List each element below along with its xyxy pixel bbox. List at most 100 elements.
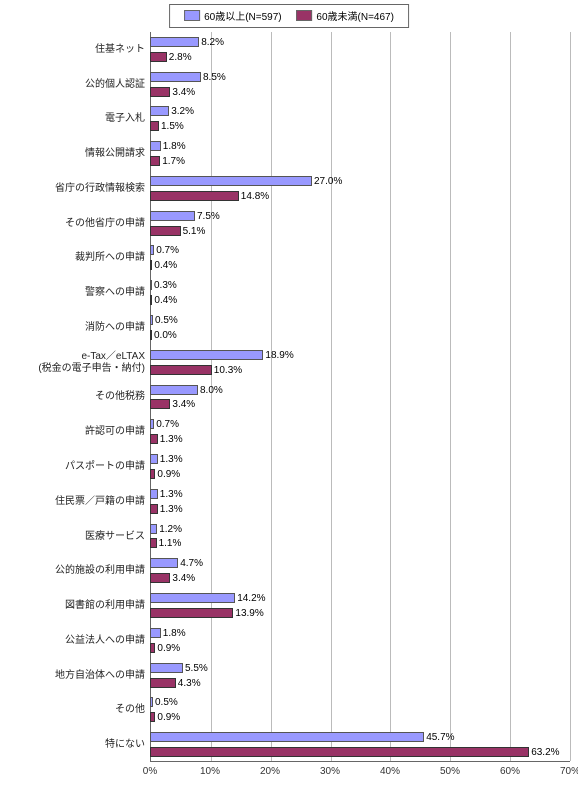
- x-tick: 50%: [440, 766, 460, 777]
- bars-group: 8.2% 2.8%: [150, 32, 570, 67]
- category-label: 許認可の申請: [0, 426, 145, 438]
- legend-label-a: 60歳以上(N=597): [204, 8, 282, 23]
- category-label: その他省庁の申請: [0, 218, 145, 230]
- bars-group: 8.0% 3.4%: [150, 380, 570, 415]
- bar-series-b: 1.3%: [150, 504, 158, 514]
- x-tick: 20%: [260, 766, 280, 777]
- chart-row: 医療サービス1.2%1.1%: [0, 519, 570, 554]
- bar-series-a: 1.8%: [150, 141, 161, 151]
- value-label: 5.1%: [183, 226, 206, 237]
- bars-group: 0.7% 0.4%: [150, 241, 570, 276]
- value-label: 3.4%: [172, 573, 195, 584]
- value-label: 1.3%: [160, 504, 183, 515]
- bar-series-a: 1.3%: [150, 454, 158, 464]
- bar-series-b: 3.4%: [150, 399, 170, 409]
- bar-series-b: 1.3%: [150, 434, 158, 444]
- category-label: 住民票／戸籍の申請: [0, 496, 145, 508]
- value-label: 0.3%: [154, 280, 177, 291]
- value-label: 0.5%: [155, 697, 178, 708]
- chart-row: パスポートの申請1.3%0.9%: [0, 449, 570, 484]
- category-label: その他: [0, 704, 145, 716]
- bar-series-b: 3.4%: [150, 573, 170, 583]
- bars-group: 1.2%1.1%: [150, 519, 570, 554]
- bar-series-a: 18.9%: [150, 350, 263, 360]
- bar-series-a: 1.3%: [150, 489, 158, 499]
- chart-row: 図書館の利用申請14.2%13.9%: [0, 588, 570, 623]
- x-tick: 60%: [500, 766, 520, 777]
- bars-group: 14.2%13.9%: [150, 588, 570, 623]
- bar-series-a: 4.7%: [150, 558, 178, 568]
- x-tick: 70%: [560, 766, 578, 777]
- x-tick: 10%: [200, 766, 220, 777]
- value-label: 8.5%: [203, 72, 226, 83]
- bar-series-b: 63.2%: [150, 747, 529, 757]
- bar-series-b: 1.1%: [150, 538, 157, 548]
- value-label: 1.1%: [159, 538, 182, 549]
- category-label: 消防への申請: [0, 322, 145, 334]
- category-label: e-Tax／eLTAX(税金の電子申告・納付): [0, 351, 145, 374]
- bar-series-b: 1.5%: [150, 121, 159, 131]
- value-label: 0.9%: [157, 712, 180, 723]
- chart-row: 警察への申請0.3%0.4%: [0, 275, 570, 310]
- bars-group: 5.5% 4.3%: [150, 658, 570, 693]
- value-label: 5.5%: [185, 663, 208, 674]
- value-label: 0.9%: [157, 643, 180, 654]
- bars-group: 4.7% 3.4%: [150, 553, 570, 588]
- value-label: 27.0%: [314, 176, 342, 187]
- value-label: 1.2%: [159, 524, 182, 535]
- bar-series-b: 0.0%: [150, 330, 152, 340]
- category-label: 公的施設の利用申請: [0, 565, 145, 577]
- bar-series-a: 27.0%: [150, 176, 312, 186]
- swatch-b: [296, 10, 312, 21]
- category-label: 住基ネット: [0, 44, 145, 56]
- value-label: 13.9%: [235, 608, 263, 619]
- legend-label-b: 60歳未満(N=467): [316, 8, 394, 23]
- bar-series-a: 0.7%: [150, 245, 154, 255]
- value-label: 1.8%: [163, 628, 186, 639]
- bar-series-a: 3.2%: [150, 106, 169, 116]
- chart-row: 許認可の申請 0.7% 1.3%: [0, 414, 570, 449]
- bar-series-b: 3.4%: [150, 87, 170, 97]
- chart-row: e-Tax／eLTAX(税金の電子申告・納付)18.9%10.3%: [0, 345, 570, 380]
- bars-group: 1.3% 0.9%: [150, 449, 570, 484]
- bar-series-b: 2.8%: [150, 52, 167, 62]
- value-label: 1.3%: [160, 454, 183, 465]
- value-label: 4.3%: [178, 678, 201, 689]
- value-label: 1.7%: [162, 156, 185, 167]
- value-label: 14.2%: [237, 593, 265, 604]
- value-label: 18.9%: [265, 350, 293, 361]
- value-label: 14.8%: [241, 191, 269, 202]
- bar-series-a: 0.5%: [150, 315, 153, 325]
- chart-container: 60歳以上(N=597) 60歳未満(N=467) 住基ネット 8.2% 2.8% 公…: [0, 0, 578, 790]
- category-label: 特にない: [0, 739, 145, 751]
- rows-area: 住基ネット8.2%2.8%公的個人認証8.5%3.4%電子入札3.2%1.5%情…: [0, 32, 570, 762]
- value-label: 0.4%: [154, 260, 177, 271]
- value-label: 0.4%: [154, 295, 177, 306]
- bar-series-b: 0.4%: [150, 260, 152, 270]
- value-label: 0.9%: [157, 469, 180, 480]
- legend: 60歳以上(N=597) 60歳未満(N=467): [169, 4, 409, 28]
- bar-series-b: 5.1%: [150, 226, 181, 236]
- bar-series-a: 8.5%: [150, 72, 201, 82]
- gridline: [570, 32, 571, 761]
- category-label: 情報公開請求: [0, 148, 145, 160]
- legend-item-b: 60歳未満(N=467): [296, 8, 394, 23]
- category-label: 医療サービス: [0, 531, 145, 543]
- chart-row: 電子入札3.2%1.5%: [0, 102, 570, 137]
- bar-series-a: 8.0%: [150, 385, 198, 395]
- bar-series-b: 0.9%: [150, 643, 155, 653]
- value-label: 4.7%: [180, 558, 203, 569]
- x-tick: 40%: [380, 766, 400, 777]
- bars-group: 3.2% 1.5%: [150, 102, 570, 137]
- bars-group: 0.5% 0.9%: [150, 692, 570, 727]
- bar-series-b: 0.4%: [150, 295, 152, 305]
- bars-group: 1.3%1.3%: [150, 484, 570, 519]
- category-label: 図書館の利用申請: [0, 600, 145, 612]
- value-label: 1.8%: [163, 141, 186, 152]
- category-label: その他税務: [0, 391, 145, 403]
- bar-series-a: 7.5%: [150, 211, 195, 221]
- value-label: 0.7%: [156, 419, 179, 430]
- bar-series-a: 14.2%: [150, 593, 235, 603]
- bar-series-a: 8.2%: [150, 37, 199, 47]
- bar-series-a: 45.7%: [150, 732, 424, 742]
